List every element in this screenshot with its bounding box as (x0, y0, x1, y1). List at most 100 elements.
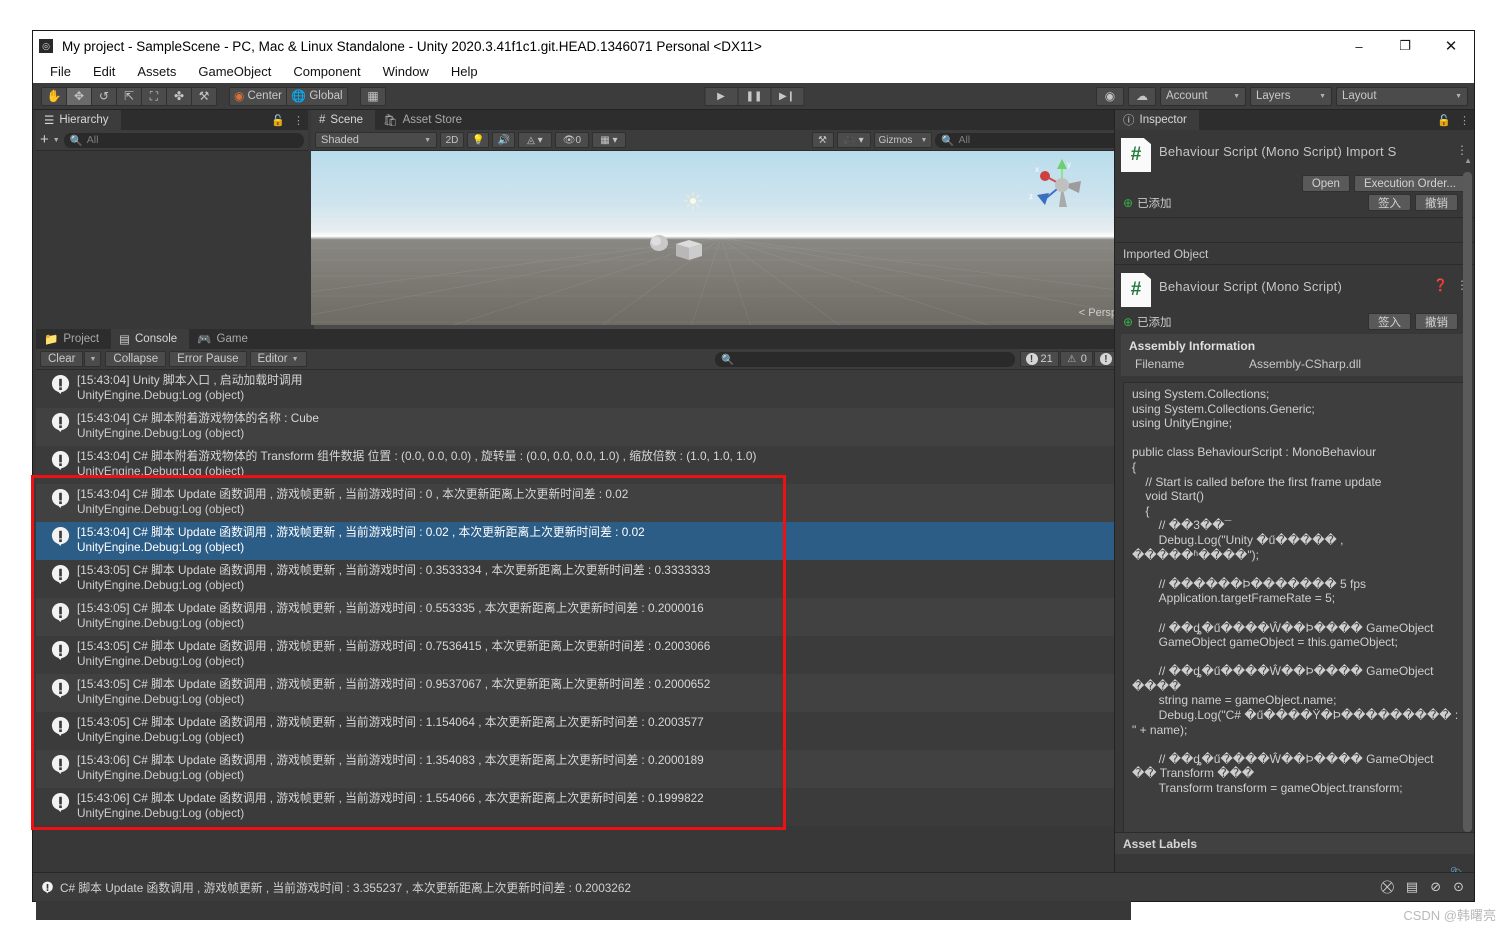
scale-tool-button[interactable]: ⇱ (116, 87, 142, 106)
clear-button[interactable]: Clear (40, 351, 83, 367)
revert-button[interactable]: 撤销 (1415, 313, 1458, 330)
menu-window[interactable]: Window (372, 61, 440, 83)
rotate-tool-button[interactable]: ↺ (91, 87, 117, 106)
clear-options-button[interactable]: ▼ (84, 351, 101, 367)
menu-edit[interactable]: Edit (82, 61, 126, 83)
move-tool-button[interactable]: ✥ (66, 87, 92, 106)
tools-icon[interactable]: ⚒ (812, 132, 834, 148)
tab-inspector[interactable]: ⓘ Inspector (1115, 110, 1199, 130)
hand-tool-button[interactable]: ✋ (41, 87, 67, 106)
console-log-entry[interactable]: [15:43:06] C# 脚本 Update 函数调用 , 游戏帧更新 , 当… (36, 750, 1131, 788)
cube-mesh (676, 240, 702, 260)
minimize-button[interactable]: – (1336, 31, 1382, 61)
eye-off-icon[interactable]: ⊘ (1430, 879, 1441, 895)
gizmos-button[interactable]: Gizmos ▼ (874, 132, 933, 148)
pivot-rotation-button[interactable]: 🌐 Global (286, 87, 348, 106)
tab-project[interactable]: 📁 Project (36, 329, 111, 349)
console-log-entry-selected[interactable]: [15:43:04] C# 脚本 Update 函数调用 , 游戏帧更新 , 当… (36, 522, 1131, 560)
lightbulb-icon[interactable]: 💡 (467, 132, 489, 148)
title-bar: ◎ My project - SampleScene - PC, Mac & L… (33, 31, 1474, 61)
layout-dropdown[interactable]: Layout ▼ (1336, 87, 1468, 106)
toggle-2d-button[interactable]: 2D (440, 132, 464, 148)
cloud-icon[interactable]: ☁ (1128, 87, 1156, 106)
maximize-button[interactable]: ❐ (1382, 31, 1428, 61)
play-button[interactable]: ▶ (704, 87, 738, 106)
console-log-entry[interactable]: [15:43:04] C# 脚本附着游戏物体的名称 : Cube UnityEn… (36, 408, 1131, 446)
shading-mode-dropdown[interactable]: Shaded ▼ (315, 132, 437, 148)
console-log-entry[interactable]: [15:43:04] Unity 脚本入口 , 启动加载时调用 UnityEng… (36, 370, 1131, 408)
console-log-list[interactable]: [15:43:04] Unity 脚本入口 , 启动加载时调用 UnityEng… (36, 370, 1131, 892)
tab-game[interactable]: 🎮 Game (189, 329, 260, 349)
menu-component[interactable]: Component (282, 61, 371, 83)
inspector-scroll-thumb[interactable] (1463, 172, 1472, 832)
layers-dropdown[interactable]: Layers ▼ (1250, 87, 1332, 106)
pivot-rotation-label: Global (309, 90, 342, 102)
menu-file[interactable]: File (39, 61, 82, 83)
grid-icon[interactable]: ▦ ▾ (592, 132, 626, 148)
error-pause-button[interactable]: Error Pause (169, 351, 246, 367)
chevron-down-icon[interactable]: ▼ (53, 137, 60, 144)
pause-button[interactable]: ❚❚ (737, 87, 771, 106)
revert-button[interactable]: 撤销 (1415, 194, 1458, 211)
grid-snap-icon[interactable]: ▦ (360, 87, 386, 106)
console-log-entry[interactable]: [15:43:06] C# 脚本 Update 函数调用 , 游戏帧更新 , 当… (36, 788, 1131, 826)
console-log-entry[interactable]: [15:43:04] C# 脚本附着游戏物体的 Transform 组件数据 位… (36, 446, 1131, 484)
perspective-label[interactable]: < Persp (1079, 307, 1117, 319)
check-circle-icon[interactable]: ⊙ (1453, 879, 1464, 895)
kebab-menu-icon[interactable]: ⋮ (293, 114, 304, 127)
menu-help[interactable]: Help (440, 61, 489, 83)
pivot-mode-button[interactable]: ◉ Center (229, 87, 287, 106)
execution-order-button[interactable]: Execution Order... (1354, 175, 1466, 192)
scroll-up-icon[interactable]: ▲ (1464, 156, 1472, 165)
tab-asset-store[interactable]: 🛍 Asset Store (375, 110, 474, 130)
open-button[interactable]: Open (1302, 175, 1350, 192)
inspector-scrollbar[interactable]: ▲ (1463, 156, 1472, 900)
camera-icon[interactable]: 🎥 ▾ (837, 132, 871, 148)
console-log-entry[interactable]: [15:43:05] C# 脚本 Update 函数调用 , 游戏帧更新 , 当… (36, 712, 1131, 750)
close-button[interactable]: ✕ (1428, 31, 1474, 61)
tab-console[interactable]: ▤ Console (111, 329, 189, 349)
menu-gameobject[interactable]: GameObject (187, 61, 282, 83)
lock-icon[interactable]: 🔓 (271, 114, 285, 127)
globe-icon: 🌐 (291, 89, 306, 103)
effects-icon[interactable]: ◬ ▾ (518, 132, 552, 148)
lock-icon[interactable]: 🔓 (1437, 114, 1451, 127)
checkin-button[interactable]: 签入 (1368, 313, 1411, 330)
error-icon (50, 754, 71, 775)
console-log-entry[interactable]: [15:43:05] C# 脚本 Update 函数调用 , 游戏帧更新 , 当… (36, 560, 1131, 598)
collapse-button[interactable]: Collapse (105, 351, 166, 367)
layers-icon[interactable]: ▤ (1406, 879, 1418, 895)
rect-tool-button[interactable]: ⛶ (141, 87, 167, 106)
add-object-button[interactable]: + (40, 134, 49, 146)
bug-off-icon[interactable]: ⛒ (1381, 879, 1394, 895)
hierarchy-search-input[interactable]: 🔍 All (64, 133, 304, 148)
custom-tool-button[interactable]: ⚒ (191, 87, 217, 106)
kebab-menu-icon[interactable]: ⋮ (1459, 114, 1470, 127)
tab-scene[interactable]: # Scene (311, 110, 375, 130)
editor-dropdown[interactable]: Editor ▼ (250, 351, 307, 367)
error-icon (50, 564, 71, 585)
warning-counter[interactable]: ⚠ 0 (1060, 351, 1093, 367)
menu-assets[interactable]: Assets (126, 61, 187, 83)
account-dropdown[interactable]: Account ▼ (1160, 87, 1246, 106)
collab-icon[interactable]: ◉ (1096, 87, 1124, 106)
error-counter[interactable]: ! 21 (1020, 351, 1059, 367)
console-log-entry[interactable]: [15:43:04] C# 脚本 Update 函数调用 , 游戏帧更新 , 当… (36, 484, 1131, 522)
gizmo-search-input[interactable]: 🔍 All (935, 133, 1127, 148)
filename-label: Filename (1129, 357, 1249, 371)
hidden-objects-button[interactable]: 👁0 (555, 132, 589, 148)
version-control-row: ⊕ 已添加 签入 撤销 (1115, 192, 1474, 211)
orientation-gizmo[interactable]: y x z (1023, 159, 1101, 221)
console-log-entry[interactable]: [15:43:05] C# 脚本 Update 函数调用 , 游戏帧更新 , 当… (36, 598, 1131, 636)
checkin-button[interactable]: 签入 (1368, 194, 1411, 211)
step-button[interactable]: ▶❙ (770, 87, 804, 106)
unity-logo-icon: ◎ (39, 39, 53, 53)
speaker-icon[interactable]: 🔊 (492, 132, 514, 148)
transform-tool-button[interactable]: ✤ (166, 87, 192, 106)
console-log-entry[interactable]: [15:43:05] C# 脚本 Update 函数调用 , 游戏帧更新 , 当… (36, 674, 1131, 712)
help-icon[interactable]: ❓ (1433, 273, 1448, 307)
tab-hierarchy[interactable]: ☰ Hierarchy (36, 110, 121, 130)
console-log-entry[interactable]: [15:43:05] C# 脚本 Update 函数调用 , 游戏帧更新 , 当… (36, 636, 1131, 674)
console-search-input[interactable]: 🔍 (715, 352, 1015, 367)
scene-viewport[interactable]: y x z < (311, 151, 1131, 325)
